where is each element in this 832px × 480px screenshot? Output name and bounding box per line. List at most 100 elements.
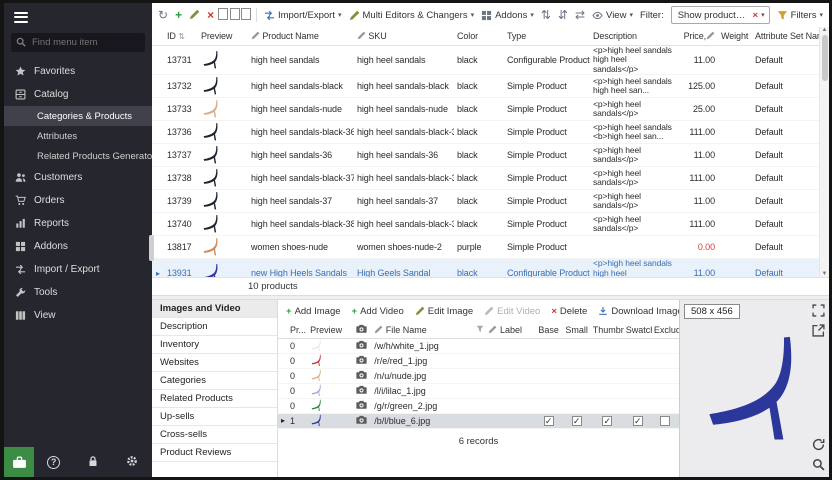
tab-description[interactable]: Description	[152, 318, 277, 336]
table-row[interactable]: 13732high heel sandals-blackhigh heel sa…	[152, 75, 819, 98]
column-header-priority[interactable]: Pr...	[288, 322, 308, 338]
clear-filter-icon[interactable]: ×	[753, 10, 759, 21]
sidebar-item-related-products-generator[interactable]: Related Products Generator	[4, 146, 152, 166]
list-item[interactable]: 0/r/e/red_1.jpg	[278, 353, 679, 368]
addons-menu[interactable]: Addons▾	[481, 10, 534, 21]
refresh-icon[interactable]: ↻	[158, 9, 168, 21]
sidebar-item-catalog[interactable]: Catalog	[4, 83, 152, 106]
move-icon[interactable]: ⇄	[575, 9, 585, 21]
tab-related-products[interactable]: Related Products	[152, 390, 277, 408]
list-item[interactable]: 0/w/h/white_1.jpg	[278, 338, 679, 353]
column-header-type[interactable]: Type	[504, 27, 590, 45]
vertical-scrollbar[interactable]: ▲▼	[819, 27, 829, 277]
delete-product-icon[interactable]: ×	[207, 9, 214, 21]
column-header-weight[interactable]: Weight	[718, 27, 752, 45]
download-image-button[interactable]: Download Image	[598, 306, 682, 317]
add-product-icon[interactable]: +	[175, 9, 182, 21]
zoom-icon[interactable]	[812, 458, 825, 471]
sort-desc-icon[interactable]: ⇵	[558, 9, 568, 21]
multi-editors-menu[interactable]: Multi Editors & Changers▾	[349, 10, 475, 21]
sidebar-item-tools[interactable]: Tools	[4, 281, 152, 304]
tab-up-sells[interactable]: Up-sells	[152, 408, 277, 426]
list-item[interactable]: 0/g/r/green_2.jpg	[278, 398, 679, 413]
copy-icon[interactable]	[221, 10, 226, 20]
base-checkbox[interactable]	[544, 416, 554, 426]
view-icon	[15, 310, 26, 321]
column-header-small[interactable]: Small	[563, 322, 591, 338]
table-row[interactable]: 13739high heel sandals-37high heel sanda…	[152, 190, 819, 213]
vertical-splitter-handle[interactable]	[149, 235, 154, 261]
tab-product-reviews[interactable]: Product Reviews	[152, 444, 277, 462]
open-external-icon[interactable]	[812, 324, 825, 337]
list-item[interactable]: 0/l/i/lilac_1.jpg	[278, 383, 679, 398]
column-header-preview[interactable]: Preview	[308, 322, 354, 338]
column-header-label[interactable]: Label	[486, 322, 534, 338]
sort-asc-icon[interactable]: ⇅	[541, 9, 551, 21]
list-item[interactable]: 0/n/u/nude.jpg	[278, 368, 679, 383]
sidebar-item-addons[interactable]: Addons	[4, 235, 152, 258]
table-row[interactable]: 13733high heel sandals-nudehigh heel san…	[152, 98, 819, 121]
column-header-swatch[interactable]: Swatch	[624, 322, 652, 338]
fullscreen-icon[interactable]	[812, 304, 825, 317]
sidebar-item-view[interactable]: View	[4, 304, 152, 327]
table-row[interactable]: 13737high heel sandals-36high heel sanda…	[152, 144, 819, 167]
table-row[interactable]: 13738high heel sandals-black-37high heel…	[152, 167, 819, 190]
sidebar-item-attributes[interactable]: Attributes	[4, 126, 152, 146]
column-header-name[interactable]: Product Name	[248, 27, 354, 45]
category-filter-select[interactable]: Show products from selected categories ×…	[671, 6, 770, 24]
add-image-button[interactable]: +Add Image	[286, 306, 341, 317]
hamburger-icon[interactable]	[14, 9, 28, 25]
help-icon[interactable]: ?	[34, 456, 73, 469]
sidebar-item-categories-products[interactable]: Categories & Products	[4, 106, 152, 126]
column-header-base[interactable]: Base	[535, 322, 563, 338]
exclude-checkbox[interactable]	[660, 416, 670, 426]
sidebar-item-reports[interactable]: Reports	[4, 212, 152, 235]
column-header-sku[interactable]: SKU	[354, 27, 454, 45]
product-thumbnail	[201, 191, 221, 211]
tab-categories[interactable]: Categories	[152, 372, 277, 390]
store-icon[interactable]	[4, 447, 34, 477]
view-menu[interactable]: View▾	[592, 10, 633, 21]
gear-icon[interactable]	[113, 455, 152, 470]
sidebar-item-favorites[interactable]: Favorites	[4, 60, 152, 83]
table-row[interactable]: 13817women shoes-nudewomen shoes-nude-2p…	[152, 236, 819, 259]
rotate-icon[interactable]	[812, 438, 825, 451]
column-header-exclude[interactable]: Exclude	[652, 322, 679, 338]
sidebar-item-import-export[interactable]: Import / Export	[4, 258, 152, 281]
column-header-attribute-set[interactable]: Attribute Set Name	[752, 27, 819, 45]
list-item-selected[interactable]: ▸1/b/l/blue_6.jpg	[278, 413, 679, 428]
thumbnail-checkbox[interactable]	[602, 416, 612, 426]
scroll-up-icon[interactable]: ▲	[822, 27, 828, 33]
column-header-description[interactable]: Description	[590, 27, 676, 45]
delete-image-button[interactable]: ×Delete	[551, 306, 587, 317]
tab-inventory[interactable]: Inventory	[152, 336, 277, 354]
swatch-checkbox[interactable]	[633, 416, 643, 426]
table-row[interactable]: 13740high heel sandals-black-38high heel…	[152, 213, 819, 236]
column-header-price[interactable]: Price,	[676, 27, 718, 45]
table-row[interactable]: 13736high heel sandals-black-36high heel…	[152, 121, 819, 144]
add-video-button[interactable]: +Add Video	[352, 306, 404, 317]
column-header-color[interactable]: Color	[454, 27, 504, 45]
columns-icon[interactable]	[245, 10, 250, 20]
table-row-selected[interactable]: ▸13931new High Heels SandalsHigh Geels S…	[152, 259, 819, 278]
column-header-preview[interactable]: Preview	[198, 27, 248, 45]
camera-icon	[356, 385, 367, 394]
column-header-id[interactable]: ID ⇅	[164, 27, 198, 45]
sidebar-item-orders[interactable]: Orders	[4, 189, 152, 212]
scroll-thumb[interactable]	[822, 35, 828, 81]
tab-websites[interactable]: Websites	[152, 354, 277, 372]
table-row[interactable]: 13731high heel sandalshigh heel sandalsb…	[152, 45, 819, 75]
sidebar-item-customers[interactable]: Customers	[4, 166, 152, 189]
import-export-menu[interactable]: Import/Export▾	[264, 10, 342, 21]
edit-product-icon[interactable]	[189, 9, 200, 22]
edit-image-button[interactable]: Edit Image	[415, 306, 473, 317]
lock-icon[interactable]	[73, 455, 112, 470]
tab-cross-sells[interactable]: Cross-sells	[152, 426, 277, 444]
small-checkbox[interactable]	[572, 416, 582, 426]
column-header-file-name[interactable]: File Name	[372, 322, 474, 338]
filters-menu[interactable]: Filters▾	[777, 10, 823, 21]
tab-images-and-video[interactable]: Images and Video	[152, 300, 277, 318]
column-header-thumbnail[interactable]: Thumbna	[591, 322, 624, 338]
paste-icon[interactable]	[233, 10, 238, 20]
search-input[interactable]	[11, 33, 145, 52]
